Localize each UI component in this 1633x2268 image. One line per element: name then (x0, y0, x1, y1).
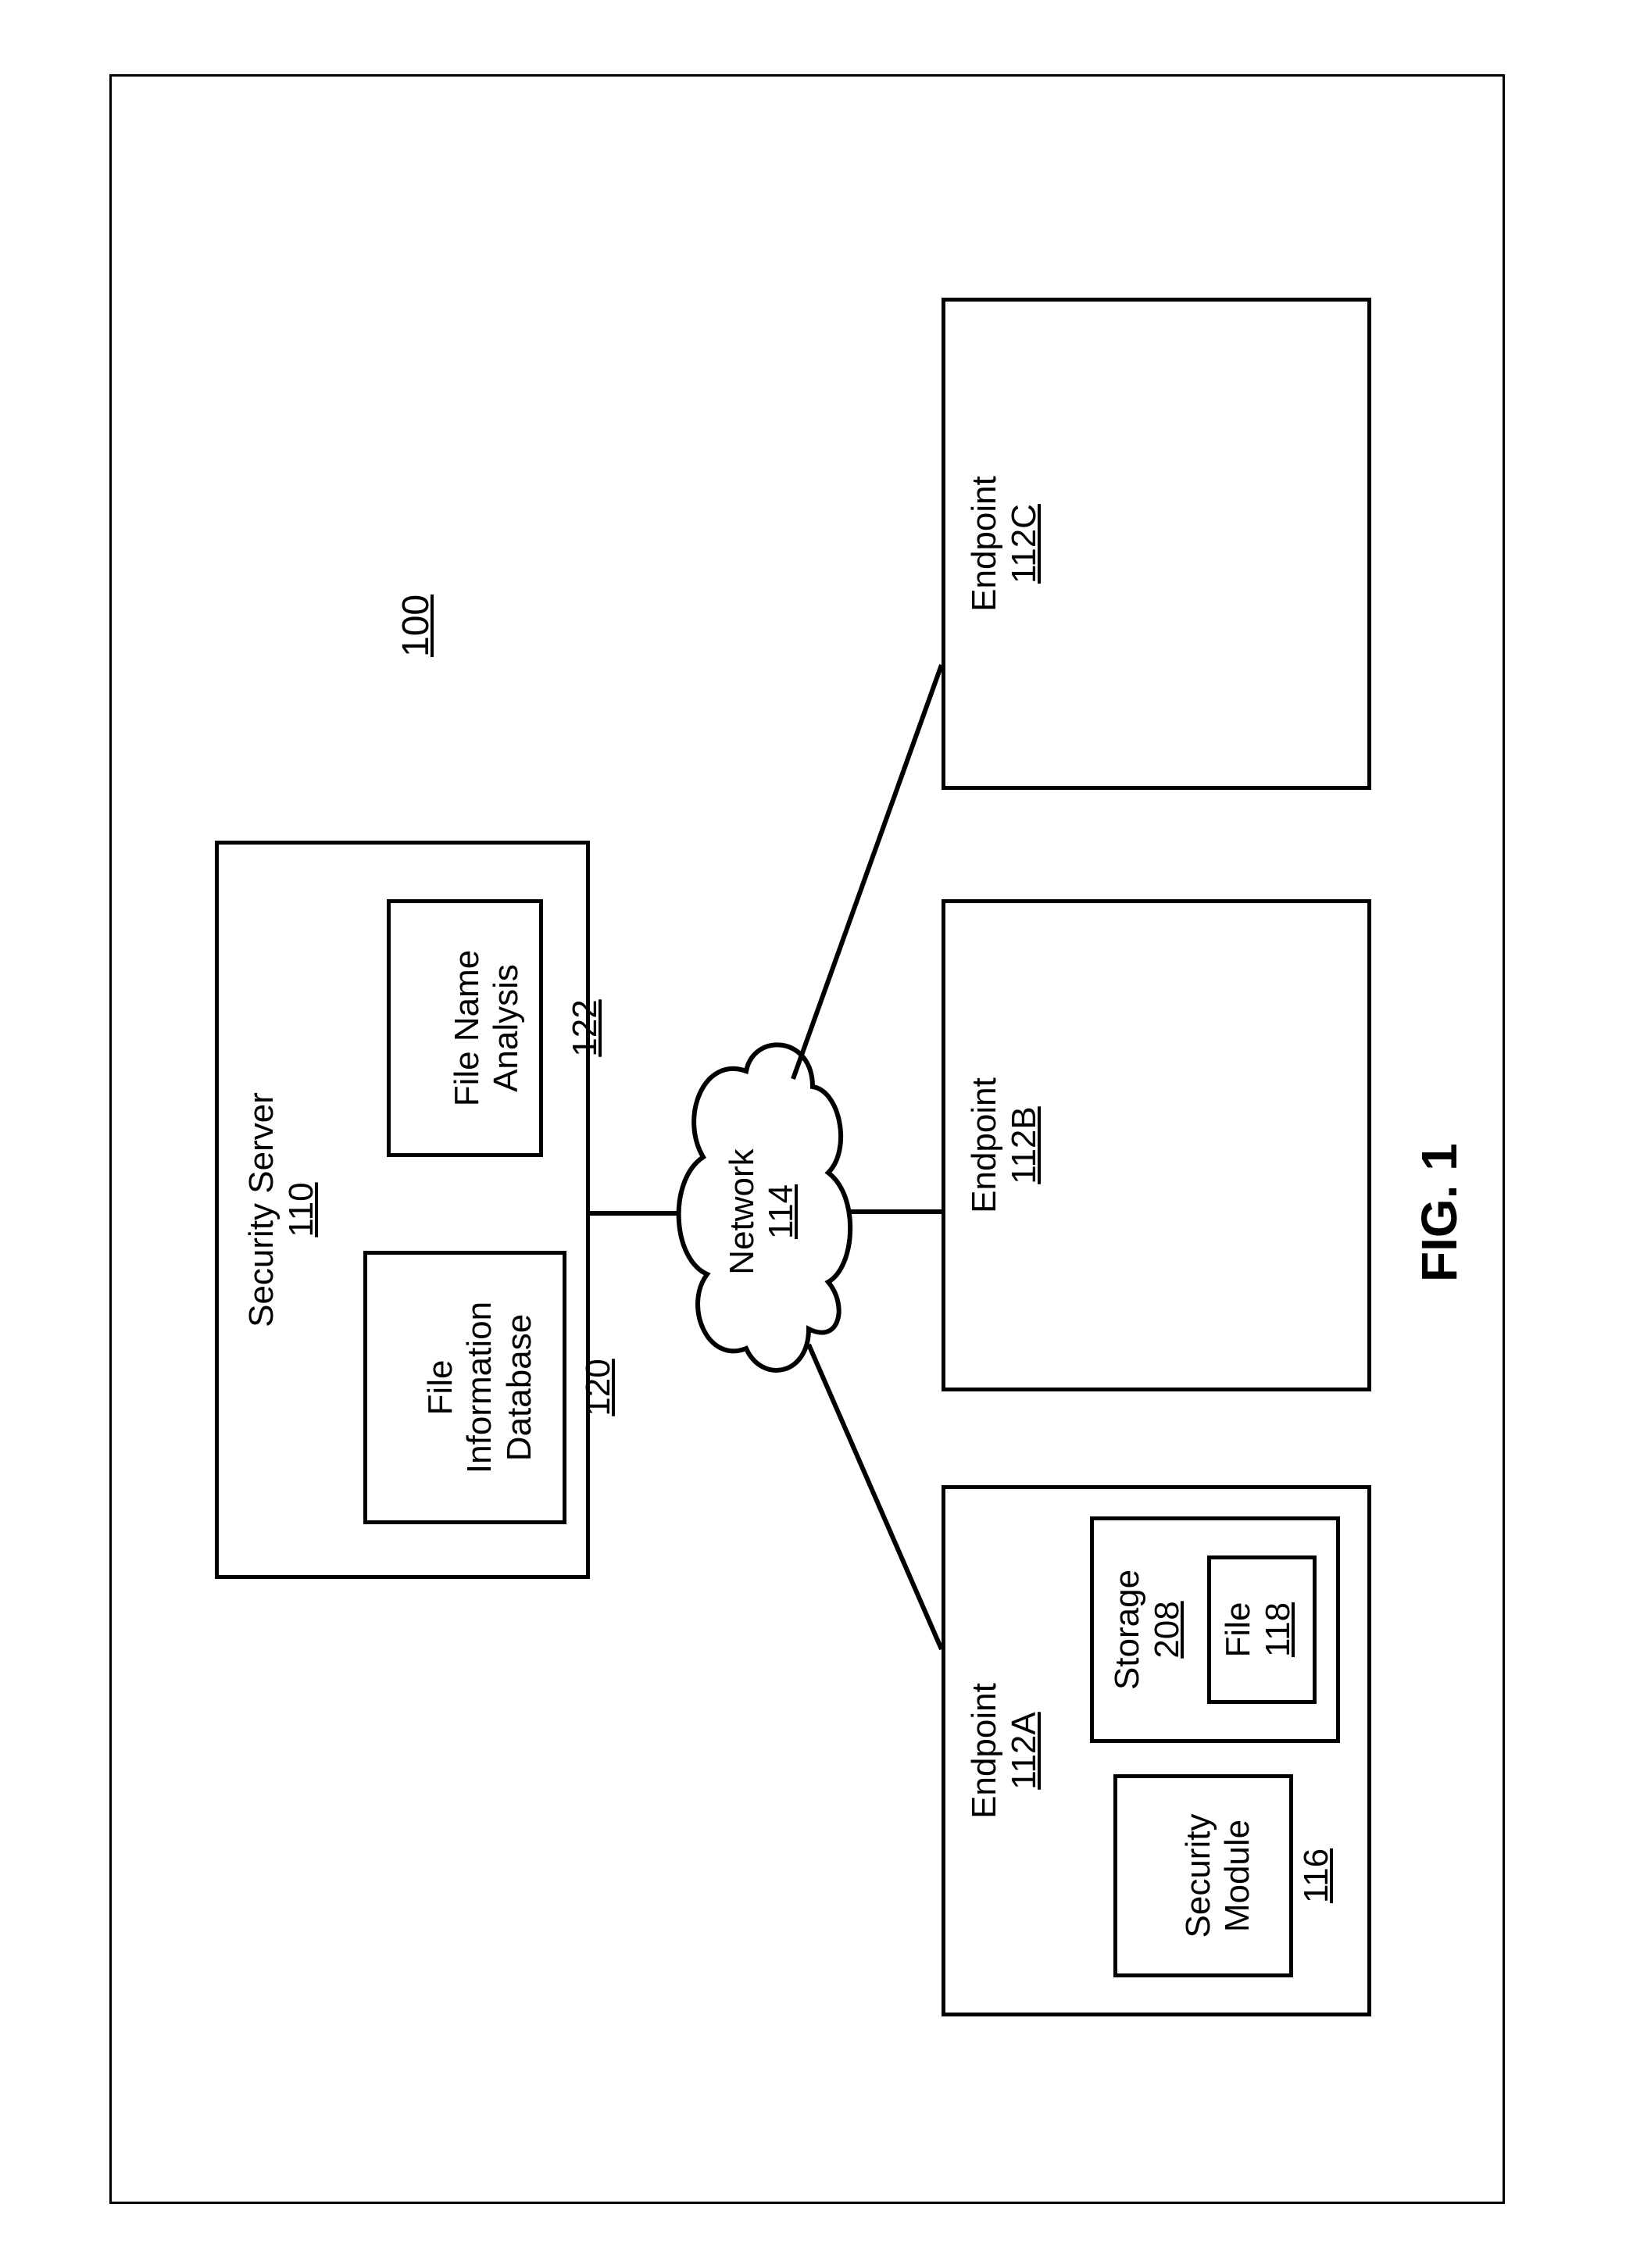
file-name-analysis-ref: 122 (566, 903, 606, 1153)
storage-label: Storage (1108, 1520, 1148, 1739)
endpoint-c-ref: 112C (1005, 302, 1045, 786)
security-module-label: Security Module (1179, 1778, 1258, 1973)
endpoint-a-label: Endpoint (965, 1489, 1005, 2013)
file-box: File 118 (1207, 1555, 1317, 1704)
file-info-db-box: File Information Database 120 (363, 1251, 566, 1524)
storage-ref: 208 (1148, 1520, 1188, 1739)
file-name-analysis-label: File Name Analysis (448, 903, 527, 1153)
file-info-db-label: File Information Database (421, 1255, 540, 1520)
endpoint-b-ref: 112B (1005, 903, 1045, 1388)
file-ref: 118 (1259, 1559, 1299, 1700)
network-ref: 114 (762, 1032, 801, 1391)
security-module-box: Security Module 116 (1113, 1774, 1293, 1977)
endpoint-b-label: Endpoint (965, 903, 1005, 1388)
file-label: File (1219, 1559, 1259, 1700)
figure-1: Security Server 110 File Information Dat… (191, 196, 1442, 2071)
endpoint-b-box: Endpoint 112B (942, 899, 1371, 1391)
figure-caption: FIG. 1 (1410, 1143, 1468, 1282)
file-info-db-ref: 120 (579, 1255, 619, 1520)
network-label: Network (723, 1148, 761, 1274)
security-server-label: Security Server (242, 845, 282, 1575)
endpoint-c-label: Endpoint (965, 302, 1005, 786)
system-ref: 100 (395, 595, 438, 657)
security-module-ref: 116 (1297, 1778, 1337, 1973)
security-server-ref: 110 (282, 845, 322, 1575)
endpoint-a-ref: 112A (1005, 1489, 1045, 2013)
file-name-analysis-box: File Name Analysis 122 (387, 899, 543, 1157)
network-cloud: Network 114 (660, 1032, 863, 1391)
endpoint-c-box: Endpoint 112C (942, 298, 1371, 790)
